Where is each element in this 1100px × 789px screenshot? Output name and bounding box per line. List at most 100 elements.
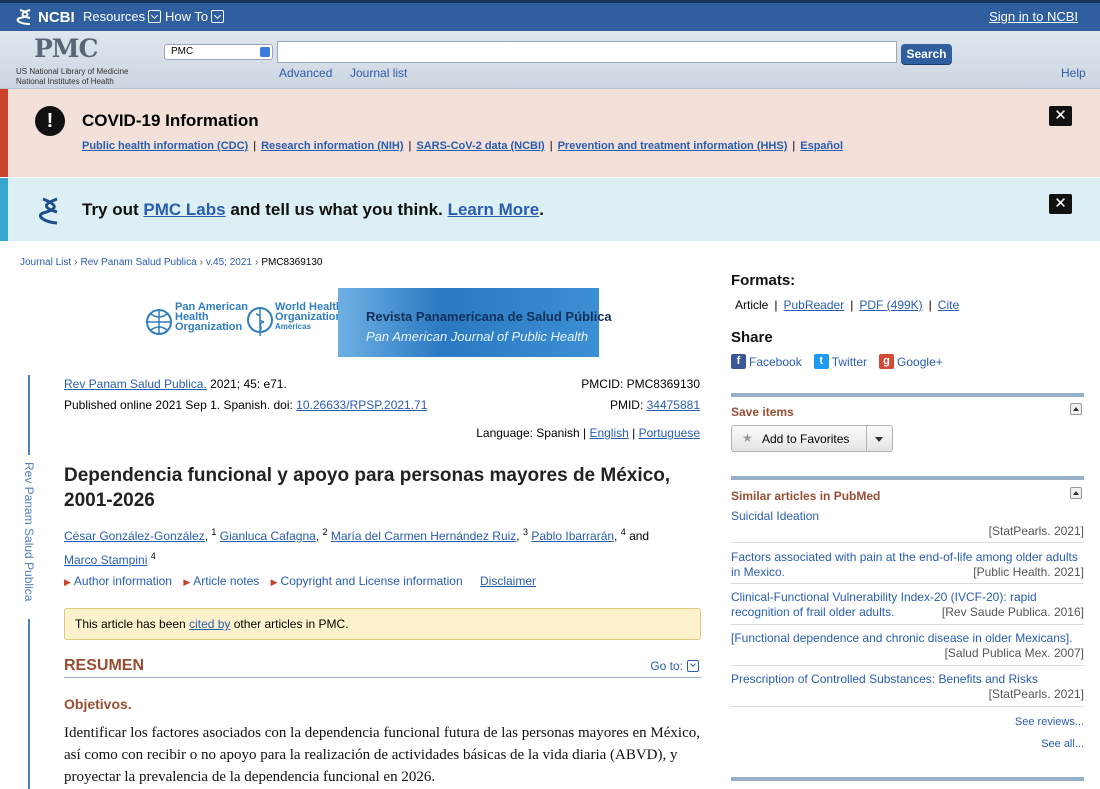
learn-more-link[interactable]: Learn More <box>448 200 540 219</box>
similar-article-title: Prescription of Controlled Substances: B… <box>731 672 1038 686</box>
abstract-text: Identificar los factores asociados con l… <box>64 725 700 785</box>
breadcrumb-journal[interactable]: Rev Panam Salud Publica <box>80 257 196 268</box>
disclaimer-link[interactable]: Disclaimer <box>480 574 536 588</box>
covid-banner-title: COVID-19 Information <box>82 111 259 130</box>
similar-article-source: [StatPearls. 2021] <box>988 687 1084 701</box>
share-facebook-link[interactable]: Facebook <box>749 355 802 369</box>
journal-list-link[interactable]: Journal list <box>350 66 407 80</box>
author-link[interactable]: Pablo Ibarrarán <box>531 529 614 543</box>
favorites-dropdown-icon[interactable] <box>875 437 883 442</box>
help-link[interactable]: Help <box>1061 66 1086 80</box>
similar-article-title: [Functional dependence and chronic disea… <box>731 631 1073 645</box>
format-pubreader-link[interactable]: PubReader <box>783 298 844 312</box>
howto-label: How To <box>165 9 209 24</box>
share-twitter-link[interactable]: Twitter <box>832 355 867 369</box>
similar-article-source: [Rev Saude Publica. 2016] <box>941 605 1084 619</box>
pmc-labs-banner: Try out PMC Labs and tell us what you th… <box>0 178 1100 241</box>
resources-menu[interactable]: Resources <box>83 9 162 24</box>
section-divider <box>731 393 1084 397</box>
share-googleplus-link[interactable]: Google+ <box>897 355 943 369</box>
ncbi-logo[interactable]: NCBI <box>16 8 75 26</box>
author-link[interactable]: Marco Stampini <box>64 553 147 567</box>
pmc-search-header: PMC US National Library of Medicine Nati… <box>0 31 1100 89</box>
add-to-favorites-button[interactable]: ★ Add to Favorites <box>731 425 893 452</box>
article-info-links: ▶ Author information ▶ Article notes ▶ Copy… <box>64 574 536 588</box>
doi-link[interactable]: 10.26633/RPSP.2021.71 <box>296 398 427 412</box>
breadcrumb: Journal List › Rev Panam Salud Publica › v.4… <box>20 257 323 268</box>
author-list: César González-González, 1 Gianluca Cafa… <box>64 527 650 567</box>
journal-title: Revista Panamericana de Salud Pública <box>366 309 612 324</box>
subsection-title: Objetivos. <box>64 696 132 712</box>
similar-articles-heading: Similar articles in PubMed <box>731 489 881 503</box>
covid-links: Public health information (CDC) | Research… <box>82 140 844 152</box>
copyright-toggle[interactable]: ▶ Copyright and License information <box>271 574 463 588</box>
search-button[interactable]: Search <box>901 44 952 64</box>
close-icon: ✕ <box>1054 195 1067 212</box>
portuguese-version-link[interactable]: Portuguese <box>639 426 700 440</box>
covid-link-espanol[interactable]: Español <box>800 140 843 152</box>
author-link[interactable]: Gianluca Cafagna <box>220 529 316 543</box>
goto-menu[interactable]: Go to: <box>650 659 699 673</box>
add-to-favorites-label: Add to Favorites <box>762 432 850 446</box>
side-strip-text: Rev Panam Salud Publica <box>22 462 36 602</box>
cited-by-notice: This article has been cited by other art… <box>64 608 701 640</box>
close-icon: ✕ <box>1054 107 1067 124</box>
close-labs-banner-button[interactable]: ✕ <box>1049 194 1072 214</box>
english-version-link[interactable]: English <box>589 426 628 440</box>
ncbi-top-bar: NCBI Resources How To Sign in to NCBI <box>0 0 1100 31</box>
breadcrumb-journal-list[interactable]: Journal List <box>20 257 71 268</box>
dna-icon <box>38 197 58 225</box>
collapse-save-items-button[interactable] <box>1070 403 1082 415</box>
similar-article-item[interactable]: Suicidal Ideation [StatPearls. 2021] <box>731 509 1084 539</box>
pmid-line: PMID: 34475881 <box>609 398 700 412</box>
author-link[interactable]: María del Carmen Hernández Ruiz <box>331 529 516 543</box>
database-select[interactable]: PMC <box>164 44 273 60</box>
covid-link-cdc[interactable]: Public health information (CDC) <box>82 140 248 152</box>
similar-article-item[interactable]: Clinical-Functional Vulnerability Index-… <box>731 590 1084 620</box>
article-title: Dependencia funcional y apoyo para perso… <box>64 465 671 511</box>
twitter-icon: t <box>813 354 829 369</box>
format-pdf-link[interactable]: PDF (499K) <box>859 298 922 312</box>
pmid-link[interactable]: 34475881 <box>647 398 700 412</box>
who-emblem-icon <box>247 307 273 336</box>
article-notes-toggle[interactable]: ▶ Article notes <box>183 574 259 588</box>
section-divider <box>731 476 1084 480</box>
pmc-logo-subtitle: US National Library of Medicine National… <box>16 67 129 86</box>
cited-by-link[interactable]: cited by <box>189 617 230 631</box>
author-information-toggle[interactable]: ▶ Author information <box>64 574 172 588</box>
chevron-down-icon <box>148 10 162 23</box>
search-input[interactable] <box>277 41 897 63</box>
facebook-icon: f <box>731 354 746 369</box>
journal-banner[interactable]: Pan American Health Organization World H… <box>145 288 612 357</box>
pmc-labs-link[interactable]: PMC Labs <box>143 200 225 219</box>
similar-article-title: Suicidal Ideation <box>731 509 820 523</box>
similar-article-item[interactable]: [Functional dependence and chronic disea… <box>731 631 1084 661</box>
triangle-right-icon: ▶ <box>183 577 191 587</box>
covid-link-nih[interactable]: Research information (NIH) <box>261 140 403 152</box>
sign-in-link[interactable]: Sign in to NCBI <box>989 9 1078 24</box>
select-arrow-icon <box>260 47 270 57</box>
similar-article-source: [Salud Publica Mex. 2007] <box>944 646 1084 660</box>
journal-side-strip: Rev Panam Salud Publica <box>22 375 36 789</box>
database-select-value: PMC <box>171 46 194 57</box>
author-link[interactable]: César González-González <box>64 529 205 543</box>
pmcid: PMCID: PMC8369130 <box>581 377 700 391</box>
language-line: Language: Spanish | English | Portuguese <box>476 426 700 440</box>
breadcrumb-volume[interactable]: v.45; 2021 <box>206 257 252 268</box>
similar-article-source: [Public Health. 2021] <box>973 565 1084 579</box>
see-reviews-link[interactable]: See reviews... <box>1015 716 1084 728</box>
journal-citation-link[interactable]: Rev Panam Salud Publica. <box>64 377 207 391</box>
share-heading: Share <box>731 329 773 346</box>
advanced-search-link[interactable]: Advanced <box>279 66 332 80</box>
covid-link-ncbi[interactable]: SARS-CoV-2 data (NCBI) <box>416 140 544 152</box>
similar-article-item[interactable]: Prescription of Controlled Substances: B… <box>731 672 1084 702</box>
howto-menu[interactable]: How To <box>165 9 225 24</box>
collapse-similar-articles-button[interactable] <box>1070 487 1082 499</box>
chevron-down-icon <box>687 660 699 672</box>
section-divider <box>731 777 1084 781</box>
cite-link[interactable]: Cite <box>938 298 959 312</box>
see-all-link[interactable]: See all... <box>1041 738 1084 750</box>
covid-link-hhs[interactable]: Prevention and treatment information (HH… <box>558 140 788 152</box>
close-covid-banner-button[interactable]: ✕ <box>1049 106 1072 126</box>
similar-article-item[interactable]: Factors associated with pain at the end-… <box>731 550 1084 580</box>
